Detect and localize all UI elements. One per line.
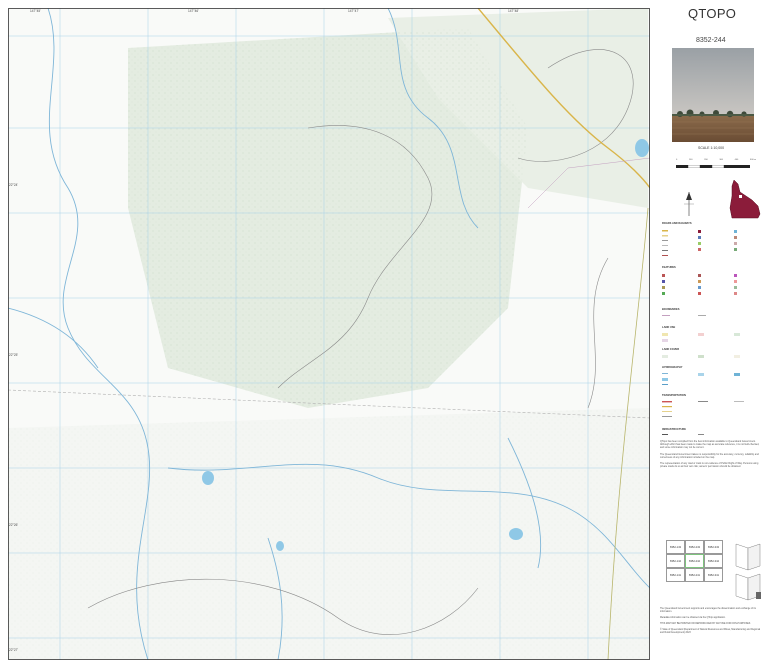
- scale-label: SCALE 1:10,000: [698, 146, 725, 150]
- disclaimer-paragraph: The representation of any road or track …: [660, 462, 759, 469]
- grid-label-top: 147°45': [30, 9, 41, 13]
- north-arrow: [678, 190, 700, 220]
- water-body: [202, 471, 214, 485]
- queensland-locator-map: [728, 178, 762, 220]
- index-cell: 8352-241: [685, 568, 704, 582]
- disclaimer: QTopo has been compiled from the best in…: [660, 440, 760, 471]
- index-cell: 8352-243: [685, 540, 704, 554]
- folding-diagram: [732, 540, 762, 605]
- legend-symbols: [662, 230, 744, 435]
- index-cell: 8352-341: [704, 568, 723, 582]
- index-cell: 8352-143: [666, 540, 685, 554]
- index-cell: 8352-344: [704, 554, 723, 568]
- footer-text: © State of Queensland (Department of Nat…: [660, 629, 761, 634]
- grid-label-left: 22°24': [9, 183, 18, 187]
- map-sidebar: QTOPO 8352-244 SCALE 1:10,000 0 100 200 …: [656, 0, 768, 671]
- grid-label-left: 22°26': [9, 523, 18, 527]
- map-legend: ROADS AND RAILWAYS FEATURES BOUNDARIES L…: [660, 222, 766, 438]
- topographic-map[interactable]: 147°45' 147°46' 147°47' 147°48' 22°24' 2…: [8, 8, 650, 660]
- scale-ticks: 0 100 200 300 400 500 m: [676, 159, 756, 161]
- water-body: [635, 139, 649, 157]
- scale-bar: [676, 155, 750, 169]
- grid-label-top: 147°46': [188, 9, 199, 13]
- grid-label-left: 22°27': [9, 648, 18, 652]
- footer-notes: The Queensland Government supports and e…: [660, 608, 764, 638]
- footer-text: Metadata information can be obtained via…: [660, 617, 726, 619]
- water-body: [276, 541, 284, 551]
- footer-text: THIS MAP MAY BE PRINTED OR REPRODUCED BY…: [660, 623, 751, 625]
- water-body: [509, 528, 523, 540]
- grid-label-top: 147°48': [508, 9, 519, 13]
- index-cell: 8352-343: [704, 540, 723, 554]
- grid-label-top: 147°47': [348, 9, 359, 13]
- map-canvas: [8, 8, 650, 660]
- index-cell-current: 8352-244: [685, 554, 704, 568]
- sheet-number: 8352-244: [696, 37, 726, 44]
- index-cell: 8352-141: [666, 568, 685, 582]
- adjoining-sheets-index: 8352-143 8352-243 8352-343 8352-144 8352…: [666, 540, 724, 600]
- brand-title: QTOPO: [688, 6, 737, 21]
- disclaimer-paragraph: QTopo has been compiled from the best in…: [660, 440, 760, 450]
- index-cell: 8352-144: [666, 554, 685, 568]
- cover-photo: [672, 48, 754, 142]
- disclaimer-paragraph: The Queensland Government takes no respo…: [660, 452, 759, 459]
- footer-text: The Queensland Government supports and e…: [660, 608, 756, 613]
- grid-label-left: 22°25': [9, 353, 18, 357]
